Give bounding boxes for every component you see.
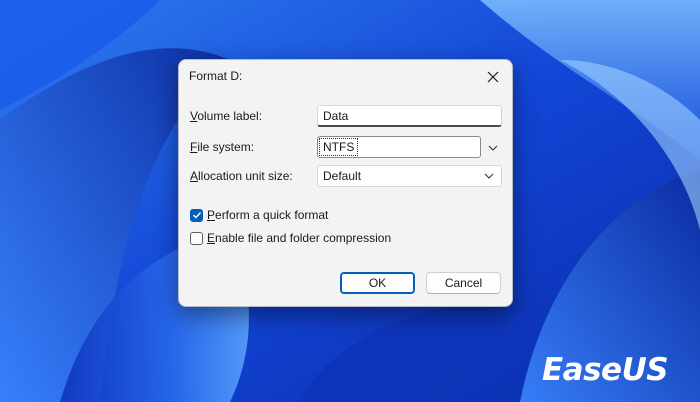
dialog-title: Format D: <box>189 69 243 83</box>
quick-format-label: Perform a quick format <box>207 208 329 222</box>
close-button[interactable] <box>480 64 506 90</box>
ok-button[interactable]: OK <box>340 272 415 294</box>
file-system-caption: File system: <box>190 140 255 154</box>
dialog-titlebar: Format D: <box>179 60 512 94</box>
allocation-unit-select[interactable]: Default <box>317 165 502 187</box>
volume-label-input[interactable]: Data <box>317 105 502 127</box>
checkbox-checked[interactable] <box>190 208 203 222</box>
easeus-logo: EaseUS <box>542 350 669 390</box>
file-system-select[interactable]: NTFS <box>317 136 481 158</box>
quick-format-checkbox[interactable]: Perform a quick format <box>190 208 328 222</box>
file-system-value: NTFS <box>318 138 359 156</box>
format-dialog: Format D: Volume label: Data File system… <box>178 59 513 307</box>
allocation-unit-value: Default <box>323 169 362 183</box>
compression-checkbox[interactable]: Enable file and folder compression <box>190 231 391 245</box>
compression-label: Enable file and folder compression <box>207 231 392 245</box>
chevron-down-icon <box>488 145 498 151</box>
allocation-unit-caption: Allocation unit size: <box>190 169 293 183</box>
volume-label-caption: Volume label: <box>190 109 263 123</box>
file-system-dropdown-button[interactable] <box>484 139 502 157</box>
logo-text: EaseUS <box>542 352 669 388</box>
checkbox-unchecked[interactable] <box>190 231 203 245</box>
close-icon <box>487 71 499 83</box>
cancel-button[interactable]: Cancel <box>426 272 501 294</box>
chevron-down-icon <box>484 173 494 179</box>
checkmark-icon <box>192 212 201 219</box>
volume-label-value: Data <box>323 109 349 123</box>
